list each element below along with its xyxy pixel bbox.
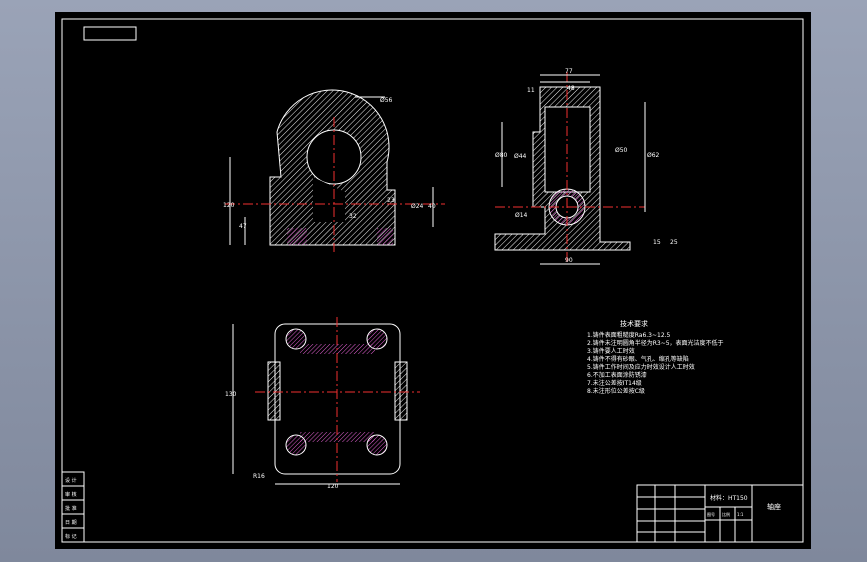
- dim-48: 48: [567, 85, 575, 92]
- tech-item: 7.未注公差按IT14级: [587, 379, 642, 387]
- dim-120: 120: [223, 202, 235, 209]
- plan-view: 130 120 R16: [225, 317, 420, 490]
- technical-requirements: 技术要求 1.铸件表面粗糙度Ra6.3~12.5 2.铸件未注明圆角半径为R3~…: [587, 319, 724, 395]
- left-label: 日 期: [65, 520, 77, 526]
- tech-item: 1.铸件表面粗糙度Ra6.3~12.5: [587, 331, 671, 339]
- left-label: 设 计: [65, 477, 77, 484]
- left-label: 标 记: [65, 533, 77, 540]
- scale-cell: 比例: [722, 511, 730, 517]
- drawing-sheet[interactable]: Ø56 120 47 32 23 Ø24 40 77 48 11 Ø80 Ø44…: [55, 12, 811, 549]
- side-view: 77 48 11 Ø80 Ø44 Ø50 Ø62 Ø14 15 25 90: [494, 68, 678, 265]
- tech-title: 技术要求: [620, 319, 648, 328]
- dim-d14: Ø14: [515, 212, 528, 219]
- tech-item: 2.铸件未注明圆角半径为R3~5，表面光洁度不低于: [587, 339, 724, 347]
- tech-item: 8.未注形位公差按C级: [587, 387, 645, 395]
- dim-d50: Ø50: [615, 147, 628, 154]
- tech-item: 3.铸件要人工时效: [587, 347, 635, 355]
- dim-d56: Ø56: [380, 97, 393, 104]
- tech-item: 6.不加工表面涂防锈漆: [587, 371, 647, 379]
- tech-item: 4.铸件不得有砂眼、气孔、缩孔等缺陷: [587, 355, 689, 363]
- dim-77: 77: [565, 68, 573, 75]
- dim-15: 15: [653, 239, 661, 246]
- outer-border: [61, 18, 804, 543]
- dim-plan-120: 120: [327, 483, 339, 490]
- title-block: 材料：HT150 轴座 图号 比例 1:1: [636, 484, 804, 543]
- dim-plan-130: 130: [225, 391, 237, 398]
- dim-11: 11: [527, 87, 535, 94]
- left-label-strip: 设 计 审 核 批 准 日 期 标 记: [61, 471, 85, 543]
- material-label: 材料：HT150: [710, 494, 748, 502]
- dim-d44: Ø44: [514, 153, 527, 160]
- dim-d80: Ø80: [495, 152, 508, 159]
- dim-25: 25: [670, 239, 678, 246]
- scale-cell: 图号: [707, 511, 715, 517]
- part-name: 轴座: [767, 502, 781, 511]
- dim-47: 47: [239, 223, 247, 230]
- drawing-canvas: Ø56 120 47 32 23 Ø24 40 77 48 11 Ø80 Ø44…: [61, 18, 804, 543]
- dim-40: 40: [428, 203, 436, 210]
- dim-d24: Ø24: [411, 203, 424, 210]
- dim-90: 90: [565, 257, 573, 264]
- dim-d62: Ø62: [647, 152, 660, 159]
- left-label: 审 核: [65, 491, 77, 498]
- dim-23: 23: [387, 197, 395, 204]
- front-view: Ø56 120 47 32 23 Ø24 40: [223, 89, 445, 252]
- dim-plan-r16: R16: [253, 473, 265, 480]
- left-label: 批 准: [65, 505, 77, 512]
- scale-cell: 1:1: [737, 512, 744, 517]
- tech-item: 5.铸件工作时间及应力时效设计人工时效: [587, 363, 695, 371]
- dim-32: 32: [349, 213, 357, 220]
- cad-viewport: Ø56 120 47 32 23 Ø24 40 77 48 11 Ø80 Ø44…: [0, 0, 867, 562]
- corner-box: [83, 26, 137, 41]
